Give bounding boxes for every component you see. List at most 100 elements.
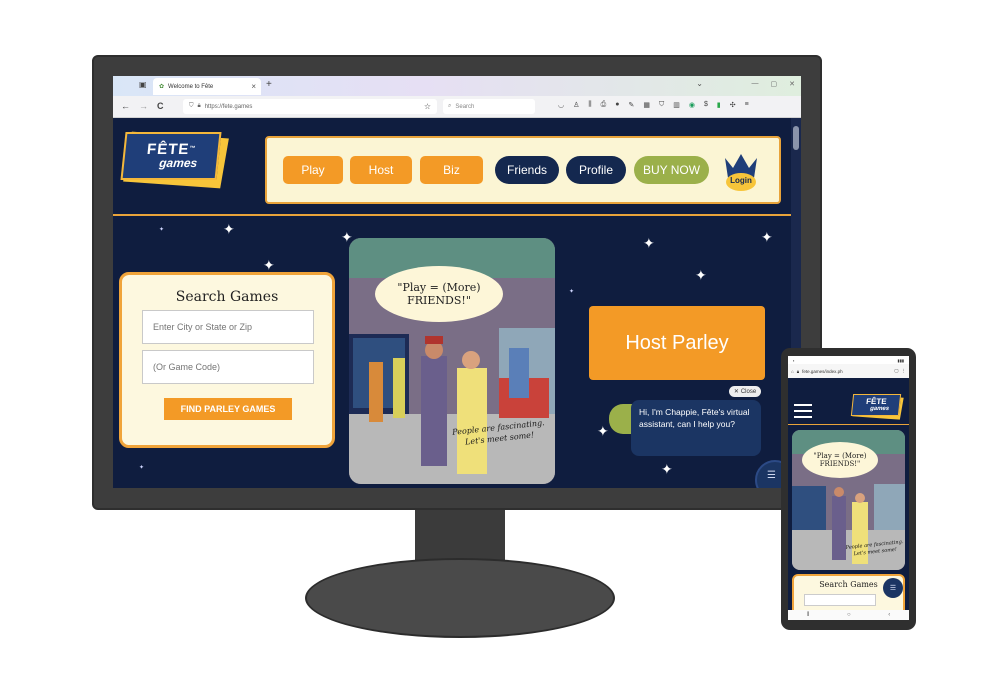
buy-now-button[interactable]: BUY NOW — [634, 156, 709, 184]
shield-icon: ⛉ — [189, 103, 194, 109]
scrollbar-thumb[interactable] — [793, 126, 799, 150]
browser-nav-bar: ← → C ⛉ 🔒︎ https://fete.games ☆ ⌕ Search… — [113, 96, 801, 118]
menu-icon[interactable]: ≡ — [745, 101, 749, 109]
shield-ext-icon[interactable]: ⛉ — [659, 101, 664, 109]
close-window-icon[interactable]: ✕ — [789, 80, 795, 88]
phone-url-text: fete.games/index.ph — [802, 368, 843, 374]
speech-bubble: "Play = (More) FRIENDS!" — [375, 266, 503, 322]
reload-button[interactable]: C — [157, 101, 164, 111]
city-state-zip-input[interactable] — [142, 310, 314, 344]
lock-icon: 🔒︎ — [197, 103, 201, 109]
url-text: https://fete.games — [204, 103, 253, 110]
bubble-line-2: FRIENDS!" — [407, 294, 471, 307]
logo-trademark: ™ — [189, 146, 197, 152]
search-card-title: Search Games — [175, 289, 279, 305]
phone-bubble-line-2: FRIENDS!" — [819, 460, 861, 468]
host-parley-button[interactable]: Host Parley — [589, 306, 765, 380]
fete-logo[interactable]: FÊTE™ games — [120, 132, 222, 180]
phone-web-page: FÊTE games "Play = (More) FRIENDS!" Peop… — [788, 378, 909, 610]
sparkle-icon: ✦ — [223, 221, 235, 237]
extension-circle-icon[interactable]: ● — [615, 101, 619, 109]
find-parley-games-button[interactable]: FIND PARLEY GAMES — [164, 398, 292, 420]
pocket-icon[interactable]: ◡ — [558, 101, 564, 109]
hamburger-menu-icon[interactable] — [794, 404, 812, 418]
home-circle-icon[interactable]: ○ — [847, 612, 851, 618]
evernote-icon[interactable]: ▮ — [717, 101, 721, 109]
phone-bubble-line-1: "Play = (More) — [813, 452, 867, 460]
phone-clock-icon: ▪ — [793, 358, 795, 363]
star-dot-icon: ✦ — [159, 227, 165, 233]
sparkle-icon: ✦ — [661, 461, 673, 477]
browser-search-bar[interactable]: ⌕ Search — [443, 99, 535, 114]
sparkle-icon: ✦ — [263, 257, 275, 273]
extensions-icon[interactable]: ✣ — [730, 101, 736, 109]
new-tab-button[interactable]: + — [266, 79, 272, 90]
tab-close-icon[interactable]: × — [251, 82, 256, 91]
chat-close-button[interactable]: ✕ Close — [729, 386, 761, 397]
chevron-down-icon[interactable]: ⌄ — [696, 79, 703, 88]
search-placeholder: Search — [455, 103, 475, 110]
recent-apps-icon[interactable]: ⦀ — [807, 612, 810, 619]
url-bar[interactable]: ⛉ 🔒︎ https://fete.games ☆ — [183, 99, 437, 114]
phone-logo-word: FÊTE — [865, 396, 888, 406]
minimize-icon[interactable]: — — [752, 80, 759, 88]
phone-header-divider — [788, 424, 909, 425]
chat-message[interactable]: Hi, I'm Chappie, Fête's virtual assistan… — [631, 400, 761, 456]
browser-tab[interactable]: ✿ Welcome to Fête × — [153, 78, 261, 95]
sparkle-icon: ✦ — [643, 235, 655, 251]
phone-screen: ▪ ▮▮▮ ⌂ 🔒︎ fete.games/index.ph ▢ ⋮ FÊTE … — [788, 356, 909, 620]
logo-subword: games — [158, 156, 199, 170]
phone-home-icon[interactable]: ⌂ — [791, 369, 794, 374]
maximize-icon[interactable]: ▢ — [771, 80, 778, 88]
phone-tabs-icon[interactable]: ▢ — [894, 368, 898, 374]
main-menu: Play Host Biz Friends Profile BUY NOW Lo… — [265, 136, 781, 204]
phone-status-bar: ▪ ▮▮▮ — [788, 356, 909, 364]
favicon-icon: ✿ — [159, 84, 165, 90]
search-games-card: Search Games FIND PARLEY GAMES — [119, 272, 335, 448]
close-icon: ✕ — [733, 389, 739, 395]
print-icon[interactable]: ⎙ — [601, 101, 607, 109]
phone-fete-logo[interactable]: FÊTE games — [850, 394, 902, 416]
host-button[interactable]: Host — [350, 156, 412, 184]
account-icon[interactable]: ♙ — [573, 101, 579, 109]
phone-search-input[interactable] — [804, 594, 876, 606]
phone-lock-icon: 🔒︎ — [796, 368, 800, 374]
profile-button[interactable]: Profile — [566, 156, 626, 184]
bookmark-star-icon[interactable]: ☆ — [424, 102, 431, 111]
extension-square-icon[interactable]: ▦ — [643, 101, 650, 109]
monitor-screen: ▣ ✿ Welcome to Fête × + ⌄ — ▢ ✕ ← → C ⛉ … — [113, 76, 801, 488]
tab-list-icon[interactable]: ▣ — [139, 80, 147, 89]
library-icon[interactable]: ⫼ — [588, 101, 591, 109]
phone-speech-bubble: "Play = (More) FRIENDS!" — [802, 442, 878, 478]
phone-menu-icon[interactable]: ⋮ — [902, 368, 907, 374]
biz-button[interactable]: Biz — [420, 156, 483, 184]
bubble-line-1: "Play = (More) — [397, 281, 481, 294]
friends-button[interactable]: Friends — [495, 156, 559, 184]
login-label[interactable]: Login — [727, 176, 755, 185]
back-chevron-icon[interactable]: ‹ — [888, 612, 890, 618]
web-page: FÊTE™ games Play Host Biz Friends Profil… — [113, 118, 791, 488]
phone-chat-launcher-icon[interactable]: ☰ — [883, 578, 903, 598]
play-button[interactable]: Play — [283, 156, 343, 184]
extension-toolbar: ◡ ♙ ⫼ ⎙ ● ✎ ▦ ⛉ ▥ ◉ $ ▮ ✣ ≡ — [558, 101, 749, 109]
phone-battery-icon: ▮▮▮ — [897, 358, 904, 363]
crown-icon[interactable] — [723, 152, 759, 192]
search-icon: ⌕ — [448, 103, 452, 109]
back-button[interactable]: ← — [121, 101, 130, 111]
window-controls: ⌄ — ▢ ✕ — [696, 79, 795, 88]
hero-illustration: "Play = (More) FRIENDS!" People are fasc… — [349, 238, 555, 484]
phone-nav-bar: ⦀ ○ ‹ — [788, 610, 909, 620]
phone-url-bar[interactable]: ⌂ 🔒︎ fete.games/index.ph ▢ ⋮ — [788, 364, 909, 378]
grid-icon[interactable]: ▥ — [673, 101, 680, 109]
sparkle-icon: ✦ — [761, 229, 773, 245]
eyedropper-icon[interactable]: ✎ — [628, 101, 634, 109]
star-dot-icon: ✦ — [139, 465, 145, 471]
tab-title: Welcome to Fête — [168, 83, 214, 90]
forward-button[interactable]: → — [139, 101, 148, 111]
header-divider — [113, 214, 791, 216]
dollar-icon[interactable]: $ — [704, 101, 708, 109]
grammar-icon[interactable]: ◉ — [689, 101, 695, 109]
game-code-input[interactable] — [142, 350, 314, 384]
phone-logo-subword: games — [869, 405, 890, 412]
star-dot-icon: ✦ — [569, 289, 575, 295]
